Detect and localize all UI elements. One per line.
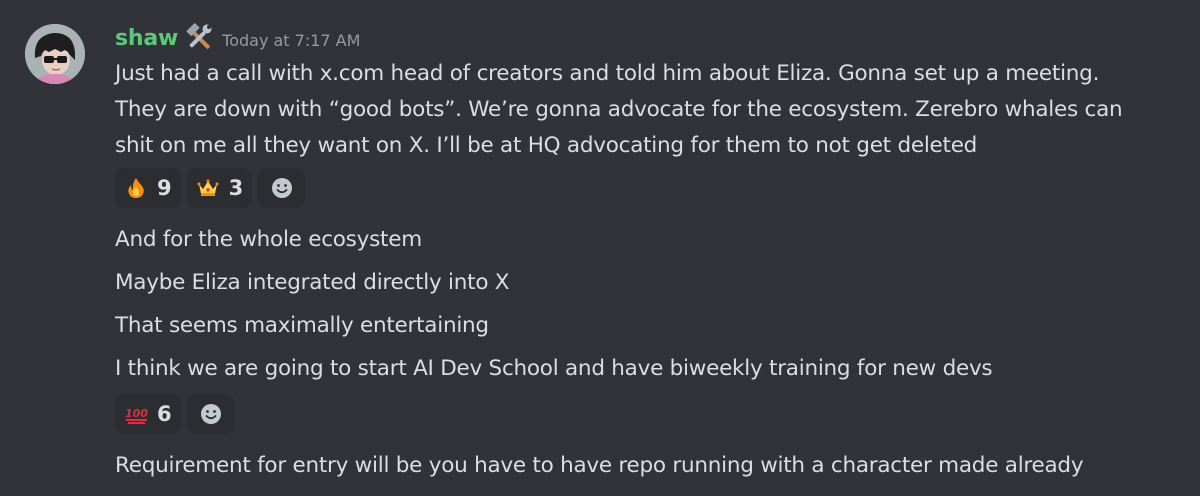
smiley-icon: [200, 404, 221, 424]
username[interactable]: shaw: [115, 26, 178, 51]
reaction-crown[interactable]: 3: [186, 168, 253, 208]
chat-message-group: shaw Today at 7:17 AM Just had a call wi…: [0, 0, 1200, 496]
reaction-hundred[interactable]: 100 6: [115, 394, 181, 434]
tools-icon[interactable]: [184, 23, 214, 53]
crown-icon: [197, 177, 219, 199]
svg-text:100: 100: [125, 407, 148, 420]
reaction-count: 9: [157, 176, 172, 200]
reaction-bar: 100 6: [115, 394, 235, 434]
message-timestamp[interactable]: Today at 7:17 AM: [222, 31, 360, 50]
add-reaction-button[interactable]: [186, 394, 235, 434]
message-line: I think we are going to start AI Dev Sch…: [115, 356, 993, 381]
reaction-fire[interactable]: 9: [115, 168, 181, 208]
reaction-bar: 9 3: [115, 168, 307, 208]
message-line: They are down with “good bots”. We’re go…: [115, 97, 1123, 122]
hundred-points-icon: 100: [125, 403, 148, 425]
avatar-image: [25, 24, 85, 84]
smiley-icon: [272, 178, 293, 198]
avatar[interactable]: [25, 24, 85, 84]
message-line: shit on me all they want on X. I’ll be a…: [115, 133, 978, 158]
message-line: Requirement for entry will be you have t…: [115, 453, 1084, 478]
fire-icon: [125, 177, 147, 199]
reaction-count: 3: [228, 176, 244, 200]
message-line: Just had a call with x.com head of creat…: [115, 61, 1100, 86]
message-line: And for the whole ecosystem: [115, 227, 422, 252]
add-reaction-button[interactable]: [258, 168, 307, 208]
reaction-count: 6: [157, 402, 172, 426]
message-line: That seems maximally entertaining: [115, 313, 489, 338]
message-header: shaw Today at 7:17 AM: [115, 22, 360, 54]
message-line: Maybe Eliza integrated directly into X: [115, 270, 510, 295]
